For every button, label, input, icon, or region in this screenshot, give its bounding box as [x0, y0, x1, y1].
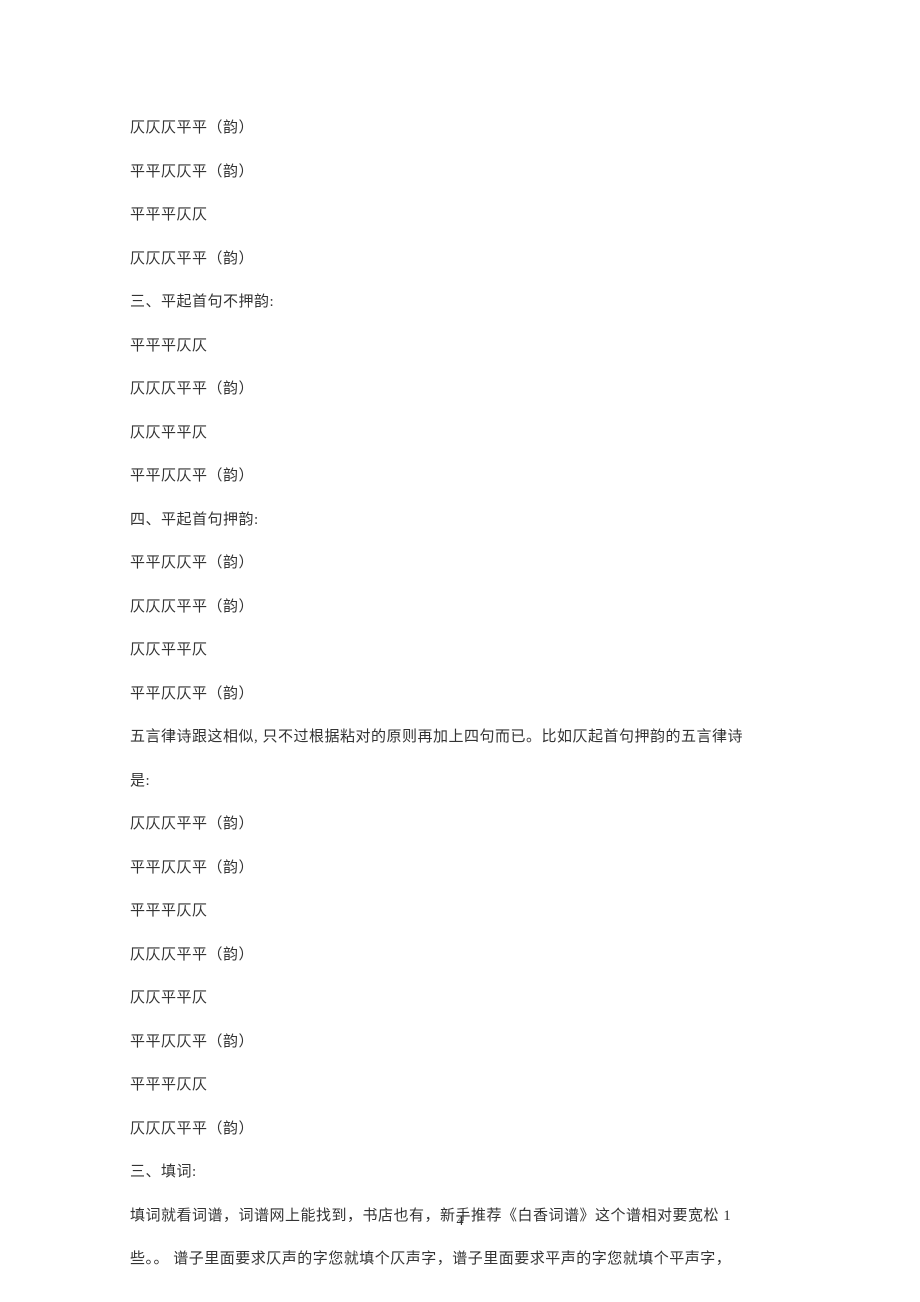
document-page: 仄仄仄平平（韵） 平平仄仄平（韵） 平平平仄仄 仄仄仄平平（韵） 三、平起首句不…	[0, 0, 920, 1270]
text-line: 五言律诗跟这相似, 只不过根据粘对的原则再加上四句而已。比如仄起首句押韵的五言律…	[130, 727, 790, 748]
text-line: 平平仄仄平（韵）	[130, 466, 790, 487]
text-line: 平平仄仄平（韵）	[130, 1032, 790, 1053]
text-line: 平平平仄仄	[130, 336, 790, 357]
text-line: 仄仄仄平平（韵）	[130, 814, 790, 835]
text-line: 平平仄仄平（韵）	[130, 858, 790, 879]
text-line: 平平仄仄平（韵）	[130, 684, 790, 705]
text-line: 仄仄仄平平（韵）	[130, 1119, 790, 1140]
text-line: 仄仄平平仄	[130, 423, 790, 444]
text-line: 仄仄仄平平（韵）	[130, 945, 790, 966]
text-line: 平平仄仄平（韵）	[130, 553, 790, 574]
text-line: 仄仄仄平平（韵）	[130, 118, 790, 139]
text-line: 三、平起首句不押韵:	[130, 292, 790, 313]
text-line: 仄仄平平仄	[130, 640, 790, 661]
text-line: 仄仄仄平平（韵）	[130, 249, 790, 270]
text-line: 仄仄仄平平（韵）	[130, 597, 790, 618]
text-line: 三、填词:	[130, 1162, 790, 1183]
text-line: 平平平仄仄	[130, 205, 790, 226]
text-line: 平平平仄仄	[130, 901, 790, 922]
text-line: 四、平起首句押韵:	[130, 510, 790, 531]
text-line: 平平平仄仄	[130, 1075, 790, 1096]
text-line: 仄仄仄平平（韵）	[130, 379, 790, 400]
page-number: 4	[0, 1214, 920, 1230]
text-line: 仄仄平平仄	[130, 988, 790, 1009]
text-line: 些。。 谱子里面要求仄声的字您就填个仄声字，谱子里面要求平声的字您就填个平声字，	[130, 1249, 790, 1270]
text-line: 是:	[130, 771, 790, 792]
text-line: 平平仄仄平（韵）	[130, 162, 790, 183]
